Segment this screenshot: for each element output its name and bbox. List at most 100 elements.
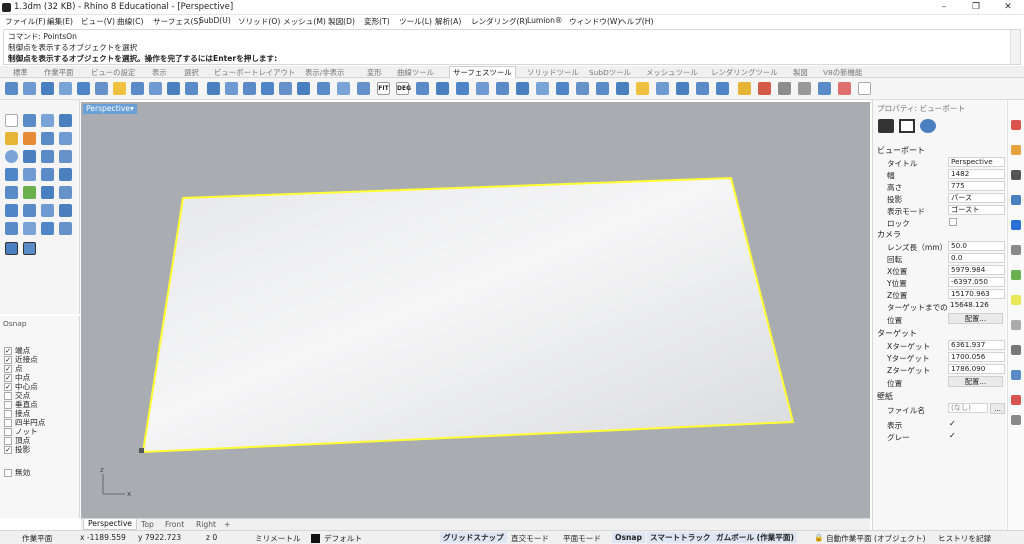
osnap-near-checkbox[interactable]: ✓: [4, 356, 12, 364]
tab-visibility[interactable]: 表示/非表示: [305, 67, 344, 78]
planar-surface-icon[interactable]: [59, 82, 72, 95]
drape-icon[interactable]: [656, 82, 669, 95]
rebuild-surface-icon[interactable]: [357, 82, 370, 95]
extrude-solid-icon[interactable]: [41, 204, 54, 217]
menu-view[interactable]: ビュー(V): [81, 16, 115, 27]
emap-icon[interactable]: [838, 82, 851, 95]
osnap-perp[interactable]: 垂直点: [4, 400, 38, 409]
command-prompt[interactable]: 制御点を表示するオブジェクトを選択。操作を完了するにはEnterを押します:: [8, 53, 277, 64]
camera-icon[interactable]: [878, 119, 894, 133]
help-icon[interactable]: [1011, 220, 1021, 230]
vtab-top[interactable]: Top: [141, 520, 154, 529]
title-field[interactable]: Perspective: [948, 157, 1005, 167]
scale-icon[interactable]: [59, 222, 72, 235]
osnap-toggle[interactable]: Osnap: [612, 532, 645, 543]
menu-file[interactable]: ファイル(F): [5, 16, 46, 27]
maximize-button[interactable]: ❐: [966, 1, 986, 14]
osnap-end-checkbox[interactable]: ✓: [4, 347, 12, 355]
osnap-tan[interactable]: 接点: [4, 409, 30, 418]
osnap-disable[interactable]: 無効: [4, 468, 30, 477]
osnap-tan-checkbox[interactable]: [4, 410, 12, 418]
menu-drafting[interactable]: 製図(D): [328, 16, 355, 27]
circle-icon[interactable]: [41, 132, 54, 145]
osnap-point-checkbox[interactable]: ✓: [4, 365, 12, 373]
lock-checkbox[interactable]: [949, 218, 957, 226]
transform-icon[interactable]: [59, 186, 72, 199]
menu-analyze[interactable]: 解析(A): [435, 16, 461, 27]
gray-checkbox[interactable]: ✓: [949, 432, 957, 440]
revolve-icon[interactable]: [113, 82, 126, 95]
ribbon-icon[interactable]: [716, 82, 729, 95]
tab-solid-tools[interactable]: ソリッドツール: [527, 67, 579, 78]
solid-icon[interactable]: [23, 168, 36, 181]
z-target-field[interactable]: 1786.090: [948, 364, 1005, 374]
extrude-icon[interactable]: [77, 82, 90, 95]
browse-button[interactable]: ...: [990, 403, 1005, 414]
menu-surface[interactable]: サーフェス(S): [153, 16, 201, 27]
menu-help[interactable]: ヘルプ(H): [619, 16, 653, 27]
osnap-vertex[interactable]: 頂点: [4, 436, 30, 445]
minimize-button[interactable]: –: [934, 1, 954, 14]
merge-surface-icon[interactable]: [337, 82, 350, 95]
freeform-curve-icon[interactable]: [23, 132, 36, 145]
filename-field[interactable]: (なし): [948, 403, 988, 413]
display-props-icon[interactable]: [920, 119, 936, 133]
tab-standard[interactable]: 標準: [13, 67, 28, 78]
mesh-icon[interactable]: [5, 186, 18, 199]
osnap-center[interactable]: ✓ 中心点: [4, 382, 38, 391]
osnap-knot[interactable]: ノット: [4, 427, 38, 436]
smarttrack-toggle[interactable]: スマートトラック: [647, 532, 714, 543]
osnap-perp-checkbox[interactable]: [4, 401, 12, 409]
patch-icon[interactable]: [185, 82, 198, 95]
osnap-int[interactable]: 交点: [4, 391, 30, 400]
rail-revolve-icon[interactable]: [596, 82, 609, 95]
torus-icon[interactable]: [59, 204, 72, 217]
projection-select[interactable]: パース: [948, 193, 1005, 203]
extend-surface-icon[interactable]: [279, 82, 292, 95]
connect-surface-icon[interactable]: [297, 82, 310, 95]
environment-map-icon[interactable]: [818, 82, 831, 95]
close-button[interactable]: ✕: [998, 1, 1018, 14]
heightfield-icon[interactable]: [636, 82, 649, 95]
tab-surface-tools[interactable]: サーフェスツール: [449, 66, 516, 78]
osnap-center-checkbox[interactable]: ✓: [4, 383, 12, 391]
surface-from-points-icon[interactable]: [5, 82, 18, 95]
surface-icon[interactable]: [5, 168, 18, 181]
status-cplane[interactable]: 作業平面: [22, 533, 52, 544]
unroll-icon[interactable]: [516, 82, 529, 95]
unroll-srf-icon[interactable]: [576, 82, 589, 95]
surface-analysis-icon[interactable]: [738, 82, 751, 95]
tab-curve-tools[interactable]: 曲線ツール: [397, 67, 434, 78]
apply-uv-icon[interactable]: [476, 82, 489, 95]
blend-surface-icon[interactable]: [167, 82, 180, 95]
fit-surface-icon[interactable]: FIT: [377, 82, 390, 95]
autoalign-toggle[interactable]: 自動作業平面 (オブジェクト): [826, 533, 925, 544]
tab-transform[interactable]: 変形: [367, 67, 382, 78]
cylinder-icon[interactable]: [59, 168, 72, 181]
menu-transform[interactable]: 変形(T): [364, 16, 390, 27]
sphere-icon[interactable]: [5, 150, 18, 163]
tab-subd-tools[interactable]: SubDツール: [589, 67, 631, 78]
sweep-2-icon[interactable]: [149, 82, 162, 95]
loft-icon[interactable]: [95, 82, 108, 95]
environment-icon[interactable]: [1011, 270, 1021, 280]
width-field[interactable]: 1482: [948, 169, 1005, 179]
tab-set-view[interactable]: ビューの設定: [91, 67, 135, 78]
vtab-perspective[interactable]: Perspective: [83, 519, 137, 530]
split-edge-icon[interactable]: [436, 82, 449, 95]
offset-surface-icon[interactable]: [243, 82, 256, 95]
squish-icon[interactable]: [556, 82, 569, 95]
match-surface-icon[interactable]: [317, 82, 330, 95]
planar-toggle[interactable]: 平面モード: [563, 533, 601, 544]
curvature-graph-icon[interactable]: [778, 82, 791, 95]
osnap-mid[interactable]: ✓ 中点: [4, 373, 30, 382]
properties-icon[interactable]: [1011, 120, 1021, 130]
cone-icon[interactable]: [23, 204, 36, 217]
rotation-field[interactable]: 0.0: [948, 253, 1005, 263]
point-icon[interactable]: [23, 114, 36, 127]
osnap-vertex-checkbox[interactable]: [4, 437, 12, 445]
dimension-icon[interactable]: [41, 186, 54, 199]
z-position-field[interactable]: 15170.963: [948, 289, 1005, 299]
render-icon[interactable]: [23, 186, 36, 199]
menu-curve[interactable]: 曲線(C): [117, 16, 143, 27]
